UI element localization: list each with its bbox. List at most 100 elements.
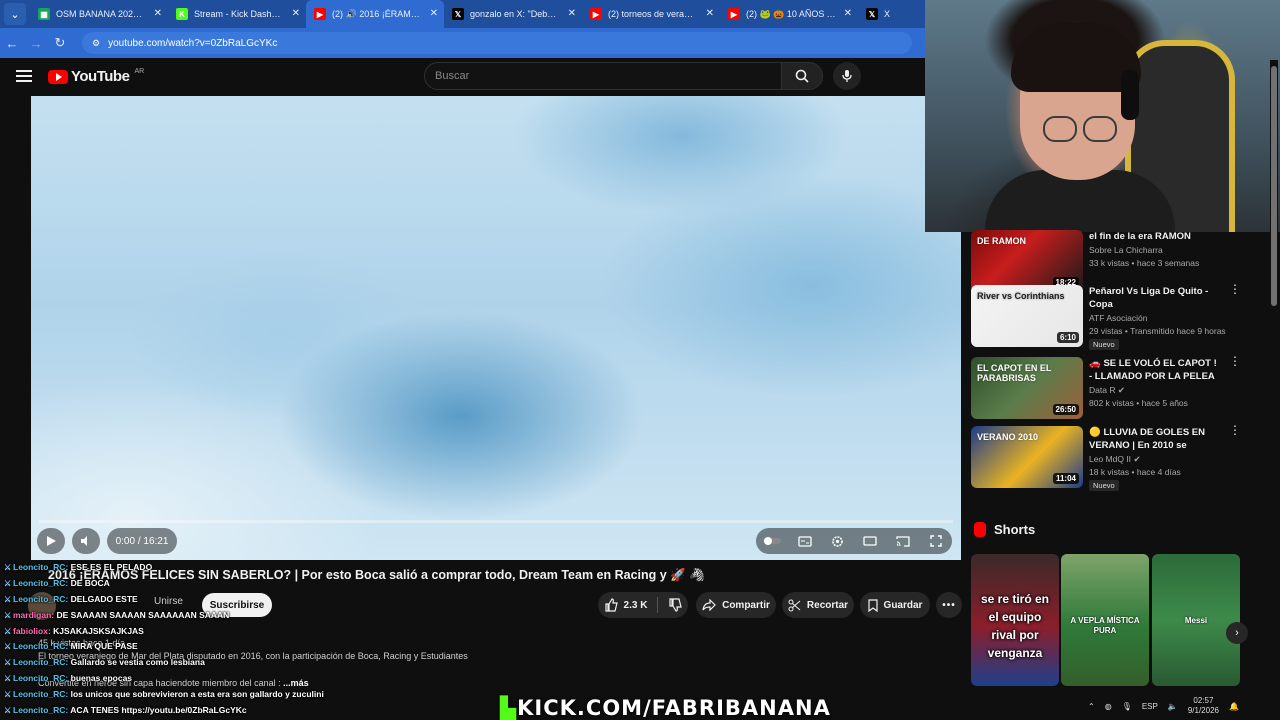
channel-name[interactable]: Sobre La Chicharra <box>1089 245 1163 255</box>
chat-username[interactable]: Leoncito_RC: <box>13 594 68 604</box>
chat-username[interactable]: Leoncito_RC: <box>13 578 68 588</box>
menu-icon[interactable] <box>16 70 32 82</box>
sword-badge-icon: ⚔ <box>4 690 12 699</box>
chat-text: MIRA QUE PASE <box>70 641 138 651</box>
short-caption: se re tiró en el equipo rival por vengan… <box>980 592 1050 660</box>
short-card[interactable]: se re tiró en el equipo rival por vengan… <box>971 554 1059 686</box>
clock[interactable]: 02:57 9/1/2026 <box>1188 696 1219 716</box>
cast-button[interactable] <box>887 528 919 554</box>
chat-text: buenas epocas <box>70 673 133 683</box>
recommended-video[interactable]: River vs Corinthians 6:10 Peñarol Vs Liga … <box>971 283 1241 350</box>
like-count[interactable]: 2.3 K <box>624 600 648 611</box>
short-card[interactable]: A VEPLA MÍSTICA PURA <box>1061 554 1149 686</box>
channel-name[interactable]: Leo MdQ II ✔ <box>1089 454 1141 465</box>
tab-close-icon[interactable]: ✕ <box>154 8 162 19</box>
recommended-video[interactable]: EL CAPOT EN EL PARABRISAS 26:50 🚗 SE LE VO… <box>971 355 1241 419</box>
browser-tab[interactable]: K Stream - Kick Dashboard ✕ <box>168 0 306 28</box>
shorts-next-button[interactable]: › <box>1226 622 1248 644</box>
recommended-title[interactable]: 🚗 SE LE VOLÓ EL CAPOT ! - LLAMADO POR LA… <box>1089 357 1221 383</box>
network-icon[interactable]: ◍ <box>1105 702 1112 711</box>
language-indicator[interactable]: ESP <box>1142 702 1158 711</box>
notifications-icon[interactable]: 🔔 <box>1229 702 1239 711</box>
video-progress-bar[interactable] <box>39 520 953 523</box>
scrollbar-thumb[interactable] <box>1271 66 1277 306</box>
chat-username[interactable]: Leoncito_RC: <box>13 705 68 715</box>
tab-title: (2) 🔊 2016 ¡ÉRAMOS FEL <box>332 8 422 19</box>
reload-icon[interactable]: ↻ <box>48 35 72 51</box>
chat-username[interactable]: Leoncito_RC: <box>13 562 68 572</box>
recommended-video[interactable]: VERANO 2010 11:04 🟡 LLUVIA DE GOLES EN VER… <box>971 424 1241 491</box>
browser-tab[interactable]: 𝕏gonzalo en X: "Debo 3 m ✕ <box>444 0 582 28</box>
tab-search-button[interactable]: ⌄ <box>4 3 26 25</box>
video-thumbnail[interactable]: DE RAMON 18:22 <box>971 230 1083 292</box>
browser-tab[interactable]: ▦ OSM BANANA 2026 - Ho ✕ <box>30 0 168 28</box>
back-icon[interactable]: ← <box>0 36 24 51</box>
channel-name[interactable]: ATF Asociación <box>1089 313 1147 323</box>
video-thumbnail[interactable]: EL CAPOT EN EL PARABRISAS 26:50 <box>971 357 1083 419</box>
channel-name[interactable]: Data R ✔ <box>1089 385 1125 396</box>
youtube-logo[interactable]: YouTube AR <box>48 68 144 85</box>
fullscreen-button[interactable] <box>920 528 952 554</box>
short-card[interactable]: Messi <box>1152 554 1240 686</box>
recommended-video[interactable]: DE RAMON 18:22 el fin de la era RAMON Sobre… <box>971 230 1241 292</box>
chat-username[interactable]: fabioliox: <box>13 626 51 636</box>
video-thumbnail[interactable]: River vs Corinthians 6:10 <box>971 285 1083 347</box>
sword-badge-icon: ⚔ <box>4 674 12 683</box>
chat-username[interactable]: mardigan: <box>13 610 54 620</box>
settings-button[interactable] <box>822 528 854 554</box>
more-link[interactable]: ...más <box>283 678 309 688</box>
theater-button[interactable] <box>854 528 886 554</box>
tab-title: (2) 🐸 🎃 10 AÑOS ATRÁ <box>746 8 836 19</box>
microphone-tray-icon[interactable]: 🎙 <box>1122 702 1132 711</box>
more-vertical-icon[interactable]: ⋮ <box>1229 424 1241 436</box>
volume-button[interactable] <box>72 528 100 554</box>
browser-tab[interactable]: ▶ (2) 🐸 🎃 10 AÑOS ATRÁ ✕ <box>720 0 858 28</box>
chat-message: ⚔ Leoncito_RC: MIRA QUE PASE <box>4 641 138 651</box>
chat-username[interactable]: Leoncito_RC: <box>13 689 68 699</box>
thumbs-up-icon[interactable] <box>604 598 618 612</box>
browser-tab[interactable]: ▶ (2) 🔊 2016 ¡ÉRAMOS FEL ✕ <box>306 0 444 28</box>
recommended-title[interactable]: Peñarol Vs Liga De Quito - Copa Sudameri… <box>1089 285 1221 311</box>
chat-username[interactable]: Leoncito_RC: <box>13 641 68 651</box>
more-actions-button[interactable]: ••• <box>936 592 962 618</box>
tab-close-icon[interactable]: ✕ <box>706 8 714 19</box>
captions-button[interactable] <box>789 528 821 554</box>
url-text: youtube.com/watch?v=0ZbRaLGcYKc <box>108 37 278 49</box>
share-button[interactable]: Compartir <box>696 592 776 618</box>
page-scrollbar[interactable] <box>1270 60 1278 690</box>
site-info-icon[interactable]: ⚙ <box>92 38 100 49</box>
chevron-up-icon[interactable]: ⌃ <box>1088 702 1095 711</box>
save-button[interactable]: Guardar <box>860 592 930 618</box>
play-button[interactable] <box>37 528 65 554</box>
recommended-title[interactable]: el fin de la era RAMON <box>1089 230 1221 243</box>
tab-close-icon[interactable]: ✕ <box>844 8 852 19</box>
search-input[interactable]: Buscar <box>424 62 782 90</box>
video-thumbnail[interactable]: VERANO 2010 11:04 <box>971 426 1083 488</box>
chat-text: ESE ES EL PELADO <box>70 562 153 572</box>
tab-close-icon[interactable]: ✕ <box>430 8 438 19</box>
browser-tab[interactable]: ▶ (2) torneos de verano arg ✕ <box>582 0 720 28</box>
more-vertical-icon[interactable]: ⋮ <box>1229 283 1241 295</box>
recommended-title[interactable]: 🟡 LLUVIA DE GOLES EN VERANO | En 2010 se… <box>1089 426 1221 452</box>
tab-close-icon[interactable]: ✕ <box>292 8 300 19</box>
autoplay-toggle[interactable] <box>756 528 788 554</box>
voice-search-button[interactable] <box>833 62 861 90</box>
more-vertical-icon[interactable]: ⋮ <box>1229 355 1241 367</box>
shorts-title: Shorts <box>994 522 1036 537</box>
tab-close-icon[interactable]: ✕ <box>568 8 576 19</box>
search-button[interactable] <box>781 62 823 90</box>
chat-username[interactable]: Leoncito_RC: <box>13 657 68 667</box>
thumbnail-caption: VERANO 2010 <box>977 432 1039 442</box>
player-right-controls <box>756 528 952 554</box>
chat-text: ACA TENES https://youtu.be/0ZbRaLGcYKc <box>70 705 247 715</box>
video-player[interactable]: 0:00 / 16:21 <box>31 96 961 560</box>
clock-time: 02:57 <box>1193 696 1214 705</box>
speaker-icon[interactable]: 🔈 <box>1168 702 1178 711</box>
join-button[interactable]: Unirse <box>154 596 183 607</box>
forward-icon[interactable]: → <box>24 36 48 51</box>
shorts-icon <box>974 522 986 537</box>
thumbs-down-icon[interactable] <box>668 598 683 612</box>
chat-username[interactable]: Leoncito_RC: <box>13 673 68 683</box>
url-field[interactable]: ⚙ youtube.com/watch?v=0ZbRaLGcYKc <box>82 32 912 54</box>
clip-button[interactable]: Recortar <box>782 592 854 618</box>
